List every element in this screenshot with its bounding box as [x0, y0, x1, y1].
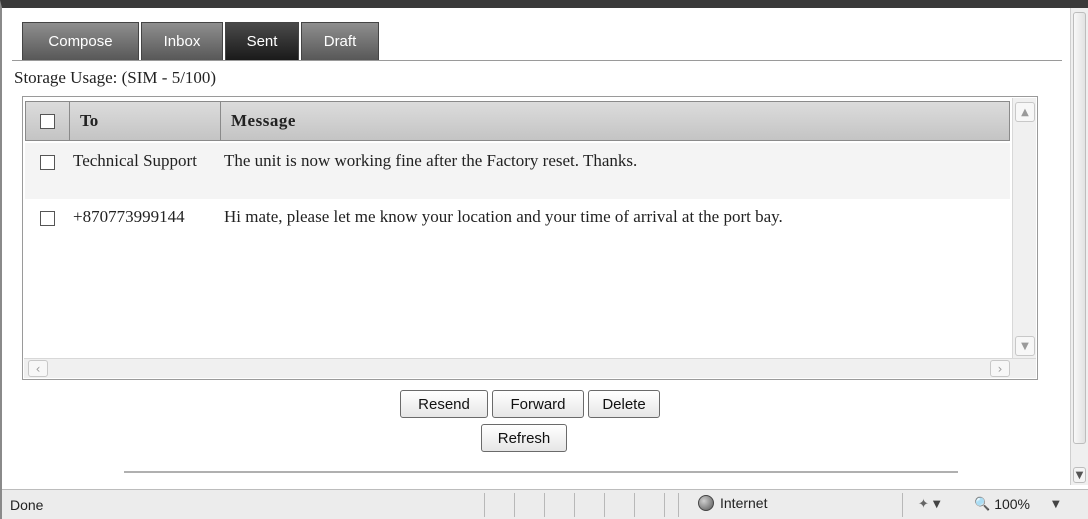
column-header-message[interactable]: Message	[221, 102, 1009, 140]
column-header-to[interactable]: To	[70, 102, 221, 140]
table-row[interactable]: +870773999144 Hi mate, please let me kno…	[25, 199, 1010, 235]
row-checkbox-cell	[25, 199, 69, 235]
protected-mode-icon: ✦	[918, 496, 929, 511]
refresh-button[interactable]: Refresh	[481, 424, 567, 452]
scroll-up-icon[interactable]: ▲	[1015, 102, 1035, 122]
status-text: Done	[10, 497, 44, 513]
scroll-right-icon[interactable]: ›	[990, 360, 1010, 377]
globe-icon	[698, 495, 714, 511]
storage-usage: Storage Usage: (SIM - 5/100)	[14, 68, 217, 87]
status-divider	[678, 493, 679, 517]
status-divider	[544, 493, 545, 517]
action-buttons: Resend Forward Delete	[0, 390, 1060, 418]
status-divider	[902, 493, 903, 517]
recipient-cell: Technical Support	[73, 151, 197, 170]
protected-mode-toggle[interactable]: ✦ ▼	[918, 496, 941, 512]
refresh-row: Refresh	[0, 424, 1054, 452]
header-checkbox-cell	[26, 102, 70, 140]
tab-compose[interactable]: Compose	[22, 22, 139, 60]
grid-vertical-scrollbar[interactable]: ▲ ▼	[1012, 98, 1036, 361]
scroll-left-icon[interactable]: ‹	[28, 360, 48, 377]
zoom-level: 100%	[994, 496, 1030, 512]
status-bar: Done Internet ✦ ▼ 🔍 100% ▼	[2, 489, 1088, 519]
scroll-thumb[interactable]	[1073, 12, 1086, 444]
delete-button[interactable]: Delete	[588, 390, 660, 418]
chevron-down-icon: ▼	[932, 498, 941, 510]
grid-horizontal-scrollbar[interactable]: ‹ ›	[24, 358, 1036, 378]
tab-sent[interactable]: Sent	[225, 22, 299, 60]
tab-inbox[interactable]: Inbox	[141, 22, 223, 60]
status-divider	[604, 493, 605, 517]
status-divider	[664, 493, 665, 517]
page-separator	[124, 471, 958, 473]
forward-button[interactable]: Forward	[492, 390, 584, 418]
security-zone[interactable]: Internet	[698, 495, 767, 511]
status-divider	[574, 493, 575, 517]
tab-divider	[12, 60, 1062, 61]
resend-button[interactable]: Resend	[400, 390, 488, 418]
message-cell: The unit is now working fine after the F…	[224, 151, 638, 170]
zoom-control[interactable]: 🔍 100% ▼	[974, 496, 1060, 512]
status-divider	[514, 493, 515, 517]
status-divider	[484, 493, 485, 517]
page-vertical-scrollbar[interactable]: ▼	[1070, 8, 1088, 485]
tab-draft[interactable]: Draft	[301, 22, 379, 60]
mail-tabs: Compose Inbox Sent Draft	[22, 22, 379, 60]
scroll-down-icon[interactable]: ▼	[1073, 467, 1086, 483]
message-cell: Hi mate, please let me know your locatio…	[224, 207, 783, 226]
row-checkbox[interactable]	[39, 211, 55, 226]
status-divider	[634, 493, 635, 517]
chevron-down-icon: ▼	[1052, 498, 1060, 510]
grid-header: To Message	[25, 101, 1010, 141]
sent-messages-grid: To Message Technical Support The unit is…	[22, 96, 1038, 380]
select-all-checkbox[interactable]	[40, 113, 55, 129]
zone-label: Internet	[720, 495, 768, 511]
table-row[interactable]: Technical Support The unit is now workin…	[25, 143, 1010, 199]
row-checkbox[interactable]	[39, 155, 55, 170]
recipient-cell: +870773999144	[73, 207, 185, 226]
zoom-icon: 🔍	[974, 496, 991, 511]
message-list: Technical Support The unit is now workin…	[25, 143, 1010, 235]
scroll-down-icon[interactable]: ▼	[1015, 336, 1035, 356]
row-checkbox-cell	[25, 143, 69, 199]
